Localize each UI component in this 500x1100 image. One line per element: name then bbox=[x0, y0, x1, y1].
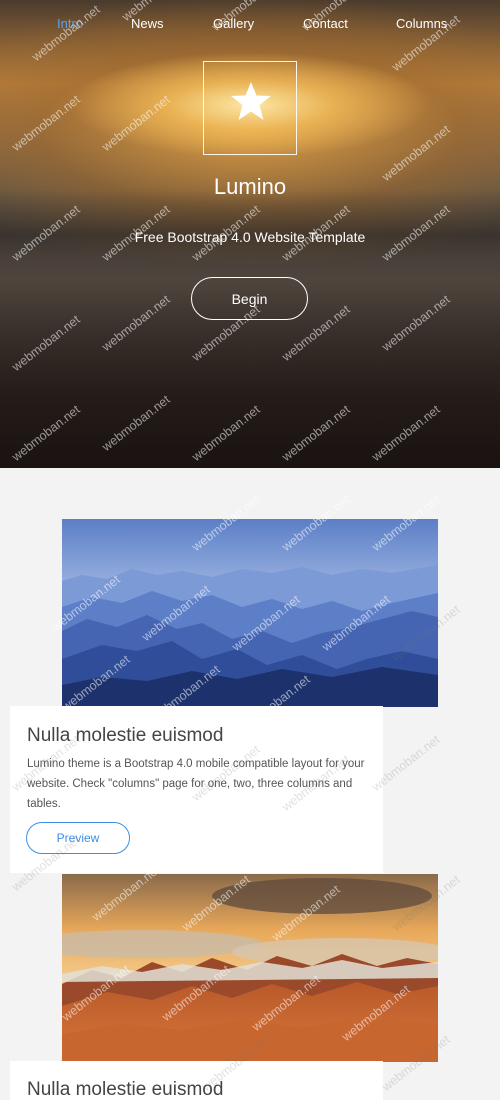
card-image-mountains-blue bbox=[62, 519, 438, 707]
star-icon bbox=[231, 82, 271, 120]
begin-button[interactable]: Begin bbox=[191, 277, 308, 320]
hero-subtitle: Free Bootstrap 4.0 Website Template bbox=[134, 229, 366, 245]
card-image-mountains-sunset bbox=[62, 874, 438, 1062]
nav-item-intro[interactable]: Intro bbox=[57, 16, 83, 31]
card-description: Lumino theme is a Bootstrap 4.0 mobile c… bbox=[27, 758, 365, 810]
card-body: Nulla molestie euismod Lumino theme is a… bbox=[10, 706, 383, 873]
logo bbox=[203, 61, 297, 155]
card-title: Nulla molestie euismod bbox=[27, 1079, 224, 1100]
top-nav: Intro News Gallery Contact Columns bbox=[0, 0, 500, 48]
nav-item-news[interactable]: News bbox=[131, 16, 164, 31]
card-body: Nulla molestie euismod bbox=[10, 1061, 383, 1100]
preview-button[interactable]: Preview bbox=[26, 822, 130, 854]
nav-item-contact[interactable]: Contact bbox=[303, 16, 348, 31]
nav-item-columns[interactable]: Columns bbox=[396, 16, 447, 31]
card-title: Nulla molestie euismod bbox=[27, 725, 224, 746]
hero-title: Lumino bbox=[213, 174, 287, 199]
nav-item-gallery[interactable]: Gallery bbox=[213, 16, 254, 31]
